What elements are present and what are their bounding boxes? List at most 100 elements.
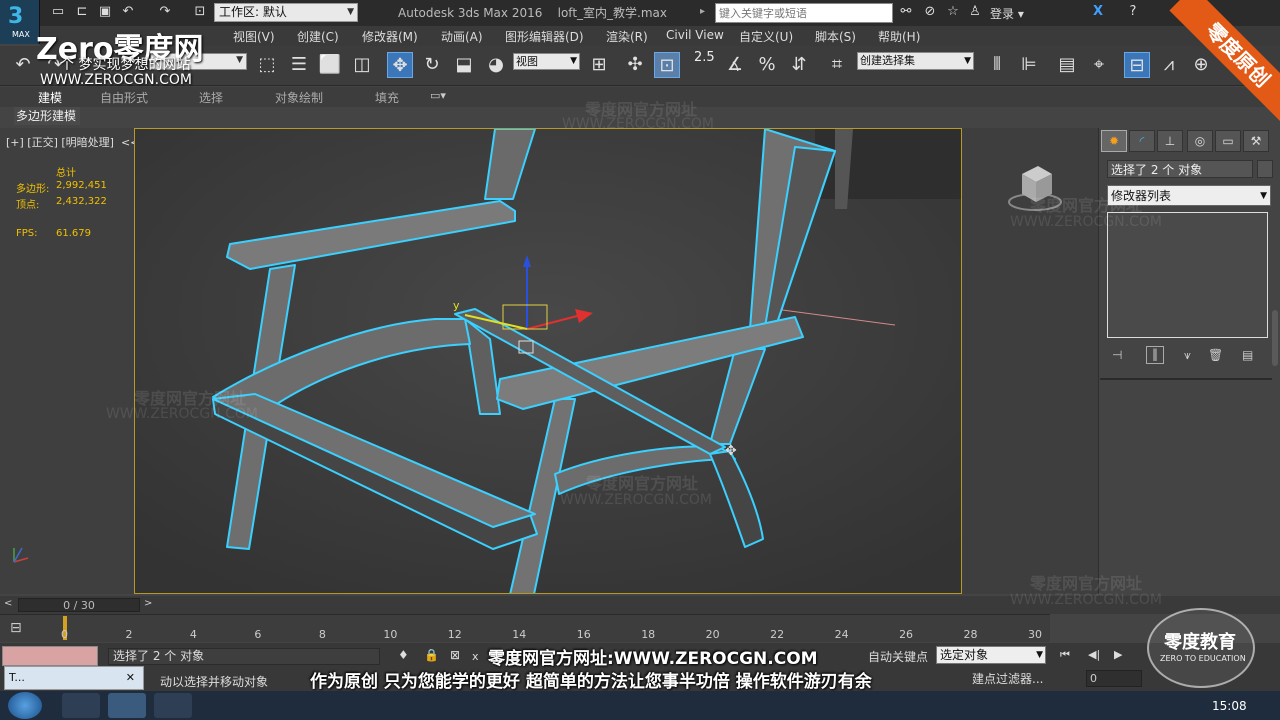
pin-stack-icon[interactable]: ⊣ xyxy=(1112,348,1122,362)
star-icon[interactable]: ☆ xyxy=(945,4,961,20)
graphite-toggle-icon[interactable]: ⌖ xyxy=(1086,52,1112,78)
new-file-icon[interactable]: ▭ xyxy=(50,4,66,20)
play-icon[interactable]: ▶ xyxy=(1114,648,1122,661)
select-rotate-icon[interactable]: ↻ xyxy=(419,52,445,78)
select-move-icon[interactable]: ✥ xyxy=(387,52,413,78)
align-icon[interactable]: ⊫ xyxy=(1016,52,1042,78)
exchange-x-icon[interactable]: X xyxy=(1090,4,1106,20)
select-place-icon[interactable]: ◕ xyxy=(483,52,509,78)
reference-coordinate-dropdown[interactable]: 视图 ▼ xyxy=(513,53,580,70)
percent-snap-icon[interactable]: % xyxy=(754,52,780,78)
absolute-mode-icon[interactable]: ⊠ xyxy=(450,648,460,662)
workspace-dropdown[interactable]: 工作区: 默认 ▼ xyxy=(214,3,358,22)
curve-editor-icon[interactable]: ⊟ xyxy=(1124,52,1150,78)
menu-customize[interactable]: 自定义(U) xyxy=(739,28,793,45)
angle-snap-icon[interactable]: ∡ xyxy=(722,52,748,78)
menu-view[interactable]: 视图(V) xyxy=(233,28,275,45)
prompt-line: 动以选择并移动对象 xyxy=(160,673,268,690)
select-scale-icon[interactable]: ⬓ xyxy=(451,52,477,78)
ribbon-panel-polygon-modeling[interactable]: 多边形建模 xyxy=(14,107,80,125)
window-crossing-icon[interactable]: ◫ xyxy=(349,52,375,78)
lock-selection-icon[interactable]: 🔒 xyxy=(424,648,439,662)
show-end-result-icon[interactable]: ‖ xyxy=(1146,346,1164,364)
ribbon-tab-object-paint[interactable]: 对象绘制 xyxy=(275,89,323,106)
display-tab-icon[interactable]: ▭ xyxy=(1215,130,1241,152)
edit-named-selection-icon[interactable]: ⌗ xyxy=(824,52,850,78)
open-file-icon[interactable]: ⊏ xyxy=(74,4,90,20)
chair-model[interactable]: y ✥ xyxy=(135,129,962,594)
remove-modifier-icon[interactable]: 🗑 xyxy=(1208,348,1223,362)
current-frame-field[interactable]: 0 xyxy=(1086,670,1142,687)
prev-frame-icon[interactable]: ◀| xyxy=(1088,648,1100,661)
menu-civil-view[interactable]: Civil View xyxy=(666,28,724,42)
select-object-icon[interactable]: ⬚ xyxy=(254,52,280,78)
save-icon[interactable]: ▣ xyxy=(97,4,113,20)
menu-create[interactable]: 创建(C) xyxy=(297,28,339,45)
firefox-taskbar-icon[interactable] xyxy=(62,693,100,718)
app-logo-icon: 3 xyxy=(8,4,24,29)
create-tab-icon[interactable]: ✹ xyxy=(1101,130,1127,152)
key-filters-button[interactable]: 建点过滤器... xyxy=(972,670,1043,687)
help-icon[interactable]: ? xyxy=(1125,4,1141,20)
3dsmax-taskbar-icon[interactable] xyxy=(108,693,146,718)
rectangle-selection-icon[interactable]: ⬜ xyxy=(317,52,343,78)
modify-tab-icon[interactable]: ◜ xyxy=(1129,130,1155,152)
key-mode-dropdown[interactable]: 选定对象 ▼ xyxy=(936,646,1046,664)
user-icon[interactable]: ♙ xyxy=(967,4,983,20)
perspective-viewport[interactable]: y ✥ xyxy=(134,128,962,594)
pivot-center-icon[interactable]: ⊞ xyxy=(586,52,612,78)
start-button[interactable] xyxy=(8,692,42,719)
corner-ribbon: 零度原创 xyxy=(1150,0,1280,130)
motion-tab-icon[interactable]: ◎ xyxy=(1187,130,1213,152)
menu-animation[interactable]: 动画(A) xyxy=(441,28,483,45)
layer-manager-icon[interactable]: ▤ xyxy=(1054,52,1080,78)
subscription-icon[interactable]: ⊘ xyxy=(922,4,938,20)
isolate-icon[interactable]: ♦ xyxy=(398,648,409,662)
timeline-tick-label: 24 xyxy=(834,628,849,641)
mini-curve-editor-icon[interactable]: ⊟ xyxy=(10,620,22,636)
undo-arrow-icon[interactable]: ↶ xyxy=(10,52,36,78)
ribbon-tab-freeform[interactable]: 自由形式 xyxy=(100,89,148,106)
menu-scripting[interactable]: 脚本(S) xyxy=(815,28,856,45)
system-clock[interactable]: 15:08 xyxy=(1212,699,1247,713)
close-icon[interactable]: ✕ xyxy=(126,667,135,689)
spinner-snap-icon[interactable]: ⇵ xyxy=(786,52,812,78)
project-folder-icon[interactable]: ⊡ xyxy=(192,4,208,20)
ribbon-tab-populate[interactable]: 填充 xyxy=(375,89,399,106)
hierarchy-tab-icon[interactable]: ⊥ xyxy=(1157,130,1183,152)
redo-icon[interactable]: ↷ xyxy=(157,4,173,20)
named-selection-set-dropdown[interactable]: 创建选择集 ▼ xyxy=(857,52,974,70)
camtasia-taskbar-icon[interactable] xyxy=(154,693,192,718)
time-prev-icon[interactable]: < xyxy=(4,598,12,609)
command-panel-scrollbar[interactable] xyxy=(1272,310,1278,366)
ribbon-tab-selection[interactable]: 选择 xyxy=(199,89,223,106)
menu-modifiers[interactable]: 修改器(M) xyxy=(362,28,418,45)
modifier-stack[interactable] xyxy=(1107,212,1268,338)
time-next-icon[interactable]: > xyxy=(144,598,152,609)
binoculars-icon[interactable]: ⚯ xyxy=(898,4,914,20)
ribbon-options-icon[interactable]: ▭▾ xyxy=(430,89,446,102)
snap-toggle[interactable]: 2.5 xyxy=(694,50,715,65)
floating-task-window[interactable]: T... ✕ xyxy=(4,666,144,690)
maxscript-listener[interactable] xyxy=(2,646,98,666)
time-slider[interactable]: 0 / 30 xyxy=(18,598,140,612)
undo-icon[interactable]: ↶ xyxy=(120,4,136,20)
utilities-tab-icon[interactable]: ⚒ xyxy=(1243,130,1269,152)
configure-sets-icon[interactable]: ▤ xyxy=(1242,348,1253,362)
auto-key-label[interactable]: 自动关键点 xyxy=(868,648,928,665)
app-logo[interactable]: 3 MAX xyxy=(0,0,40,44)
make-unique-icon[interactable]: ⩛ xyxy=(1184,348,1191,363)
goto-start-icon[interactable]: ⏮ xyxy=(1060,648,1070,662)
object-name-field[interactable]: 选择了 2 个 对象 xyxy=(1107,160,1253,178)
mirror-icon[interactable]: ⫴ xyxy=(984,52,1010,78)
object-color-swatch[interactable] xyxy=(1257,160,1273,178)
manipulate-icon[interactable]: ✣ xyxy=(622,52,648,78)
ribbon-tab-modeling[interactable]: 建模 xyxy=(38,89,62,106)
login-link[interactable]: 登录 ▾ xyxy=(990,5,1024,22)
menu-rendering[interactable]: 渲染(R) xyxy=(606,28,648,45)
menu-help[interactable]: 帮助(H) xyxy=(878,28,920,45)
keyboard-shortcut-icon[interactable]: ⊡ xyxy=(654,52,680,78)
search-input[interactable]: 键入关键字或短语 xyxy=(715,3,893,23)
menu-graph-editors[interactable]: 图形编辑器(D) xyxy=(505,28,584,45)
select-by-name-icon[interactable]: ☰ xyxy=(286,52,312,78)
